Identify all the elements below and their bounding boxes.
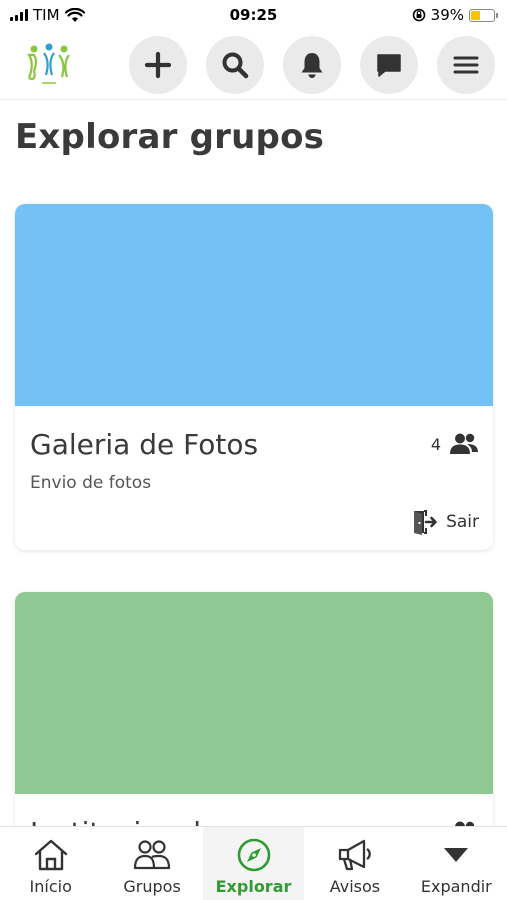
group-card[interactable]: Institucional 3 — [15, 592, 493, 852]
hamburger-icon — [453, 56, 479, 73]
compass-icon — [237, 838, 270, 872]
wifi-icon — [64, 7, 85, 22]
add-button[interactable] — [129, 35, 187, 94]
search-button[interactable] — [206, 35, 264, 94]
bell-icon — [301, 52, 323, 78]
leave-group-label: Sair — [446, 512, 479, 532]
signal-icon — [10, 9, 28, 21]
battery-percent: 39% — [430, 6, 464, 24]
group-title[interactable]: Galeria de Fotos — [30, 428, 478, 461]
leave-group-button[interactable]: Sair — [412, 508, 479, 536]
search-icon — [222, 52, 249, 78]
battery-icon — [469, 8, 498, 22]
nav-item-avisos[interactable]: Avisos — [304, 827, 405, 900]
group-cover — [15, 204, 493, 406]
nav-item-grupos[interactable]: Grupos — [101, 827, 202, 900]
caret-down-icon — [444, 848, 469, 862]
nav-item-inicio[interactable]: Início — [0, 827, 101, 900]
member-count-value: 4 — [430, 434, 441, 454]
nav-label: Explorar — [215, 877, 292, 896]
groups-icon — [134, 840, 171, 870]
notifications-button[interactable] — [283, 35, 341, 94]
messages-button[interactable] — [360, 35, 418, 94]
nav-label: Início — [29, 877, 72, 896]
rotation-lock-icon — [412, 8, 425, 22]
status-bar: TIM 09:25 39% — [0, 0, 507, 30]
menu-button[interactable] — [437, 35, 495, 94]
nav-label: Expandir — [420, 877, 492, 896]
carrier-name: TIM — [33, 6, 60, 24]
plus-icon — [144, 51, 172, 78]
group-description: Envio de fotos — [30, 473, 152, 493]
chat-icon — [377, 53, 401, 77]
group-cover — [15, 592, 493, 794]
bottom-nav: Início Grupos Explorar Avisos Expandir — [0, 826, 507, 900]
people-icon — [450, 433, 478, 454]
home-icon — [34, 839, 67, 871]
page-title: Explorar grupos — [15, 117, 325, 157]
nav-item-expandir[interactable]: Expandir — [406, 827, 507, 900]
clock: 09:25 — [229, 6, 278, 24]
member-count: 4 — [431, 432, 479, 456]
nav-item-explorar[interactable]: Explorar — [202, 827, 305, 900]
nav-label: Avisos — [329, 877, 381, 896]
nav-label: Grupos — [123, 877, 181, 896]
group-card[interactable]: Galeria de Fotos Envio de fotos 4 Sair — [15, 204, 493, 550]
megaphone-icon — [338, 839, 371, 871]
exit-door-icon — [414, 510, 437, 535]
app-logo[interactable] — [20, 41, 78, 89]
app-header — [0, 30, 507, 100]
